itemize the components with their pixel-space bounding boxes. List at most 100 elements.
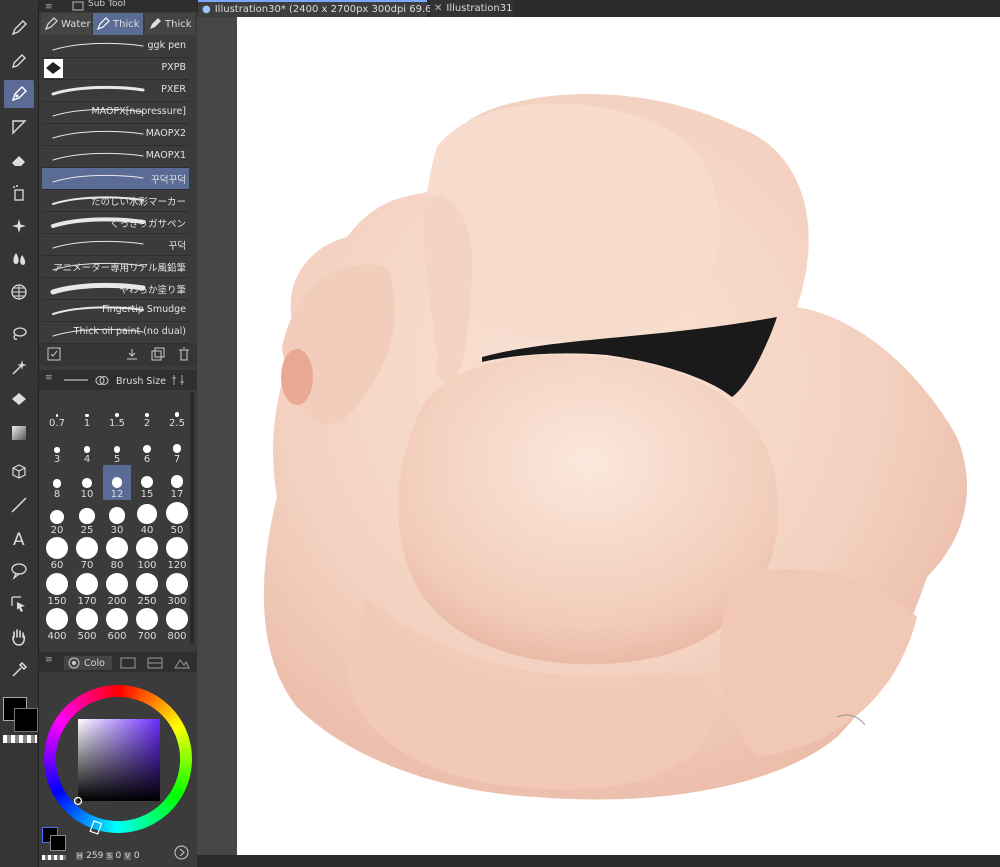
text-tool-icon[interactable]: A: [4, 524, 34, 552]
brush-tool-icon[interactable]: [4, 80, 34, 108]
sub-color-swatch[interactable]: [14, 708, 38, 732]
brush-list-item[interactable]: MAOPX2: [42, 124, 189, 146]
brush-size-option[interactable]: 80: [103, 536, 131, 571]
transparent-color-swatch[interactable]: [3, 735, 37, 743]
panel-menu-icon[interactable]: ≡: [45, 2, 53, 12]
brush-size-option[interactable]: 60: [43, 536, 71, 571]
pen-tool-icon[interactable]: [4, 14, 34, 42]
brush-list-item[interactable]: Thick oil paint (no dual): [42, 322, 189, 344]
brush-list-item[interactable]: Fingertip Smudge: [42, 300, 189, 322]
brush-size-option[interactable]: 50: [163, 501, 191, 536]
brush-size-option[interactable]: 100: [133, 536, 161, 571]
brush-size-option[interactable]: 3: [43, 430, 71, 465]
color-wheel[interactable]: [40, 679, 196, 839]
brush-size-option[interactable]: 150: [43, 572, 71, 607]
bucket-fill-icon[interactable]: [4, 386, 34, 414]
brush-size-option[interactable]: 2.5: [163, 394, 191, 429]
tab-thick-1[interactable]: Thick: [93, 13, 143, 35]
color-transparent-small-swatch[interactable]: [42, 855, 66, 860]
brush-list-item[interactable]: 꾸덕: [42, 234, 189, 256]
balloon-tool-icon[interactable]: [4, 557, 34, 585]
brush-size-option[interactable]: 600: [103, 607, 131, 642]
brush-size-label: 20: [50, 524, 64, 536]
brush-list-item[interactable]: くっきりガサペン: [42, 212, 189, 234]
brush-list-item[interactable]: ggk pen: [42, 36, 189, 58]
brush-size-option[interactable]: 0.7: [43, 394, 71, 429]
pencil-tool-icon[interactable]: [4, 47, 34, 75]
intermediate-color-tab-icon[interactable]: [172, 656, 192, 670]
brush-size-option[interactable]: 10: [73, 465, 101, 500]
brush-size-option[interactable]: 6: [133, 430, 161, 465]
eraser-tool-icon[interactable]: [4, 146, 34, 174]
color-tab-label: Colo: [84, 657, 105, 669]
duplicate-icon[interactable]: [151, 347, 165, 361]
brush-size-option[interactable]: 20: [43, 501, 71, 536]
brush-list-item[interactable]: 꾸덕꾸덕: [42, 168, 189, 190]
brush-size-option[interactable]: 8: [43, 465, 71, 500]
brush-size-option[interactable]: 12: [103, 465, 131, 500]
document-tab-inactive[interactable]: ✕ Illustration31: [430, 0, 514, 17]
brush-size-option[interactable]: 15: [133, 465, 161, 500]
brush-size-option[interactable]: 2: [133, 394, 161, 429]
panel-menu-icon[interactable]: ≡: [45, 373, 53, 383]
brush-size-dot-icon: [113, 445, 121, 453]
airbrush-tool-icon[interactable]: [4, 179, 34, 207]
3d-object-icon[interactable]: [4, 458, 34, 486]
subtool-settings-icon[interactable]: [47, 347, 61, 361]
brush-size-option[interactable]: 200: [103, 572, 131, 607]
close-tab-icon[interactable]: ✕: [434, 3, 442, 14]
brush-list-item[interactable]: アニメーター専用リアル風鉛筆: [42, 256, 189, 278]
brush-size-option[interactable]: 800: [163, 607, 191, 642]
line-tool-icon[interactable]: [4, 491, 34, 519]
brush-shape-icon[interactable]: [62, 374, 90, 386]
color-mode-toggle-icon[interactable]: [174, 845, 189, 860]
brush-size-option[interactable]: 70: [73, 536, 101, 571]
brush-list-item[interactable]: やわらか塗り筆: [42, 278, 189, 300]
tab-water[interactable]: Water: [41, 13, 91, 35]
brush-size-option[interactable]: 17: [163, 465, 191, 500]
eyedropper-icon[interactable]: [4, 656, 34, 684]
decoration-tool-icon[interactable]: [4, 212, 34, 240]
brush-size-option[interactable]: 120: [163, 536, 191, 571]
brush-size-option[interactable]: 7: [163, 430, 191, 465]
brush-list-item[interactable]: たのしい水彩マーカー: [42, 190, 189, 212]
trash-icon[interactable]: [177, 347, 191, 361]
brush-list-item[interactable]: PXER: [42, 80, 189, 102]
brush-stroke-preview: [52, 240, 144, 249]
brush-size-option[interactable]: 1: [73, 394, 101, 429]
brush-size-option[interactable]: 250: [133, 572, 161, 607]
brush-list-item[interactable]: MAOPX[nopressure]: [42, 102, 189, 124]
brush-size-option[interactable]: 500: [73, 607, 101, 642]
brush-size-option[interactable]: 5: [103, 430, 131, 465]
gradient-tool-icon[interactable]: [4, 419, 34, 447]
tab-thick-1-label: Thick: [113, 18, 140, 30]
document-tab-active[interactable]: ● Illustration30* (2400 x 2700px 300dpi 6…: [198, 0, 445, 17]
brush-size-option[interactable]: 170: [73, 572, 101, 607]
color-sub-small-swatch[interactable]: [50, 835, 66, 851]
download-icon[interactable]: [125, 347, 139, 361]
color-set-tab-icon[interactable]: [145, 656, 165, 670]
brush-size-option[interactable]: 30: [103, 501, 131, 536]
brush-size-option[interactable]: 25: [73, 501, 101, 536]
brush-size-option[interactable]: 300: [163, 572, 191, 607]
object-select-icon[interactable]: [4, 590, 34, 618]
brush-size-option[interactable]: 4: [73, 430, 101, 465]
brush-list-item[interactable]: PXPB: [42, 58, 189, 80]
hand-tool-icon[interactable]: [4, 623, 34, 651]
brush-size-option[interactable]: 700: [133, 607, 161, 642]
brush-size-option[interactable]: 1.5: [103, 394, 131, 429]
tab-thick-2[interactable]: Thick: [145, 13, 195, 35]
brush-size-option[interactable]: 400: [43, 607, 71, 642]
panel-options-icon[interactable]: [170, 374, 186, 386]
canvas[interactable]: [237, 17, 1000, 855]
blend-tool-icon[interactable]: [4, 245, 34, 273]
fill-tool-icon[interactable]: [4, 113, 34, 141]
brush-list-item[interactable]: MAOPX1: [42, 146, 189, 168]
brush-size-option[interactable]: 40: [133, 501, 161, 536]
panel-menu-icon[interactable]: ≡: [45, 655, 53, 665]
magic-wand-icon[interactable]: [4, 353, 34, 381]
color-slider-tab-icon[interactable]: [118, 656, 138, 670]
tab-color-wheel[interactable]: Colo: [64, 656, 112, 670]
mesh-transform-icon[interactable]: [4, 278, 34, 306]
lasso-tool-icon[interactable]: [4, 320, 34, 348]
